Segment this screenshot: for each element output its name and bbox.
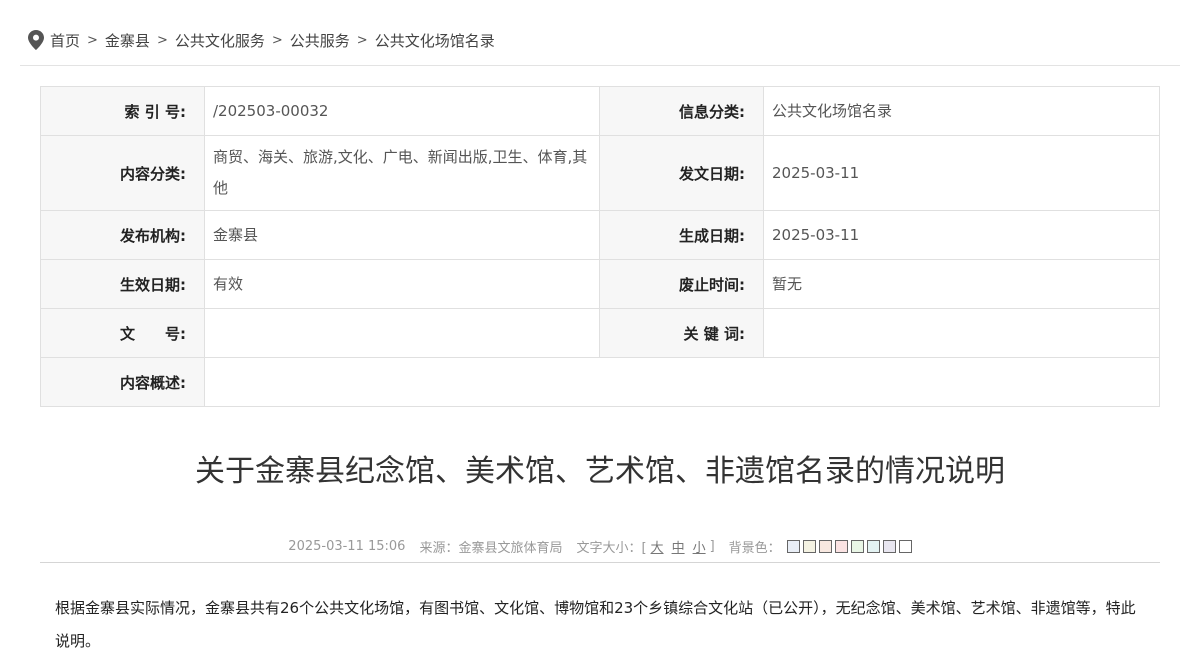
created-date-label: 生成日期: bbox=[599, 210, 764, 260]
font-size-large-button[interactable]: 大 bbox=[651, 537, 664, 556]
meta-row: 索 引 号: /202503-00032 信息分类: 公共文化场馆名录 bbox=[40, 86, 1160, 136]
article-title: 关于金寨县纪念馆、美术馆、艺术馆、非遗馆名录的情况说明 bbox=[195, 454, 1005, 489]
publisher-label: 发布机构: bbox=[40, 210, 205, 260]
article-body: 根据金寨县实际情况，金寨县共有26个公共文化场馆，有图书馆、文化馆、博物馆和23… bbox=[55, 599, 1136, 650]
background-color-label: 背景色： bbox=[728, 541, 781, 556]
content-category-value: 商贸、海关、旅游,文化、广电、新闻出版,卫生、体育,其他 bbox=[204, 135, 600, 211]
bg-swatch-1[interactable] bbox=[786, 540, 800, 553]
repeal-time-label: 废止时间: bbox=[599, 259, 764, 309]
font-size-small-button[interactable]: 小 bbox=[693, 537, 706, 556]
summary-label: 内容概述: bbox=[40, 357, 205, 407]
keywords-label: 关 键 词: bbox=[599, 308, 764, 358]
meta-row: 文 号: 关 键 词: bbox=[40, 308, 1160, 358]
issue-date-label: 发文日期: bbox=[599, 135, 764, 211]
bg-swatch-8[interactable] bbox=[898, 540, 912, 553]
summary-value bbox=[204, 357, 1160, 407]
breadcrumb-public-service[interactable]: 公共服务 bbox=[290, 30, 350, 51]
issue-date-value: 2025-03-11 bbox=[763, 135, 1160, 211]
doc-no-label: 文 号: bbox=[40, 308, 205, 358]
bg-swatch-5[interactable] bbox=[850, 540, 864, 553]
bg-swatch-6[interactable] bbox=[866, 540, 880, 553]
font-size-end: ] bbox=[709, 539, 715, 554]
meta-row: 生效日期: 有效 废止时间: 暂无 bbox=[40, 259, 1160, 309]
breadcrumb-separator: > bbox=[87, 32, 98, 48]
font-size-medium-button[interactable]: 中 bbox=[672, 537, 685, 556]
content-category-label: 内容分类: bbox=[40, 135, 205, 211]
document-meta-table: 索 引 号: /202503-00032 信息分类: 公共文化场馆名录 内容分类… bbox=[40, 86, 1160, 407]
article-info-bar: 2025-03-11 15:06 来源：金寨县文旅体育局 文字大小：[ 大 中 … bbox=[0, 537, 1200, 556]
info-category-label: 信息分类: bbox=[599, 86, 764, 136]
created-date-value: 2025-03-11 bbox=[763, 210, 1160, 260]
location-pin-icon bbox=[28, 30, 44, 50]
background-color-swatches bbox=[786, 540, 912, 553]
bg-swatch-2[interactable] bbox=[802, 540, 816, 553]
bg-swatch-4[interactable] bbox=[834, 540, 848, 553]
info-category-value: 公共文化场馆名录 bbox=[763, 86, 1160, 136]
keywords-value bbox=[763, 308, 1160, 358]
breadcrumb-separator: > bbox=[271, 32, 283, 48]
article-source: 来源：金寨县文旅体育局 bbox=[419, 541, 563, 556]
publisher-value: 金寨县 bbox=[204, 210, 600, 260]
meta-row: 内容概述: bbox=[40, 357, 1160, 407]
breadcrumb-venue-directory[interactable]: 公共文化场馆名录 bbox=[375, 30, 495, 51]
breadcrumb-separator: > bbox=[156, 32, 168, 48]
breadcrumb-home[interactable]: 首页 bbox=[50, 30, 80, 51]
breadcrumb-separator: > bbox=[356, 32, 368, 48]
index-no-value: /202503-00032 bbox=[204, 86, 600, 136]
article-datetime: 2025-03-11 15:06 bbox=[288, 539, 406, 554]
index-no-label: 索 引 号: bbox=[40, 86, 205, 136]
breadcrumb-county[interactable]: 金寨县 bbox=[105, 30, 150, 51]
breadcrumb-public-culture-service[interactable]: 公共文化服务 bbox=[175, 30, 265, 51]
breadcrumb: 首页 > 金寨县 > 公共文化服务 > 公共服务 > 公共文化场馆名录 bbox=[28, 26, 495, 54]
breadcrumb-divider bbox=[20, 65, 1180, 66]
bg-swatch-3[interactable] bbox=[818, 540, 832, 553]
font-size-label: 文字大小：[ bbox=[576, 541, 647, 556]
meta-row: 发布机构: 金寨县 生成日期: 2025-03-11 bbox=[40, 210, 1160, 260]
repeal-time-value: 暂无 bbox=[763, 259, 1160, 309]
effective-label: 生效日期: bbox=[40, 259, 205, 309]
doc-no-value bbox=[204, 308, 600, 358]
effective-value: 有效 bbox=[204, 259, 600, 309]
bg-swatch-7[interactable] bbox=[882, 540, 896, 553]
info-divider bbox=[40, 562, 1160, 563]
meta-row: 内容分类: 商贸、海关、旅游,文化、广电、新闻出版,卫生、体育,其他 发文日期:… bbox=[40, 135, 1160, 211]
